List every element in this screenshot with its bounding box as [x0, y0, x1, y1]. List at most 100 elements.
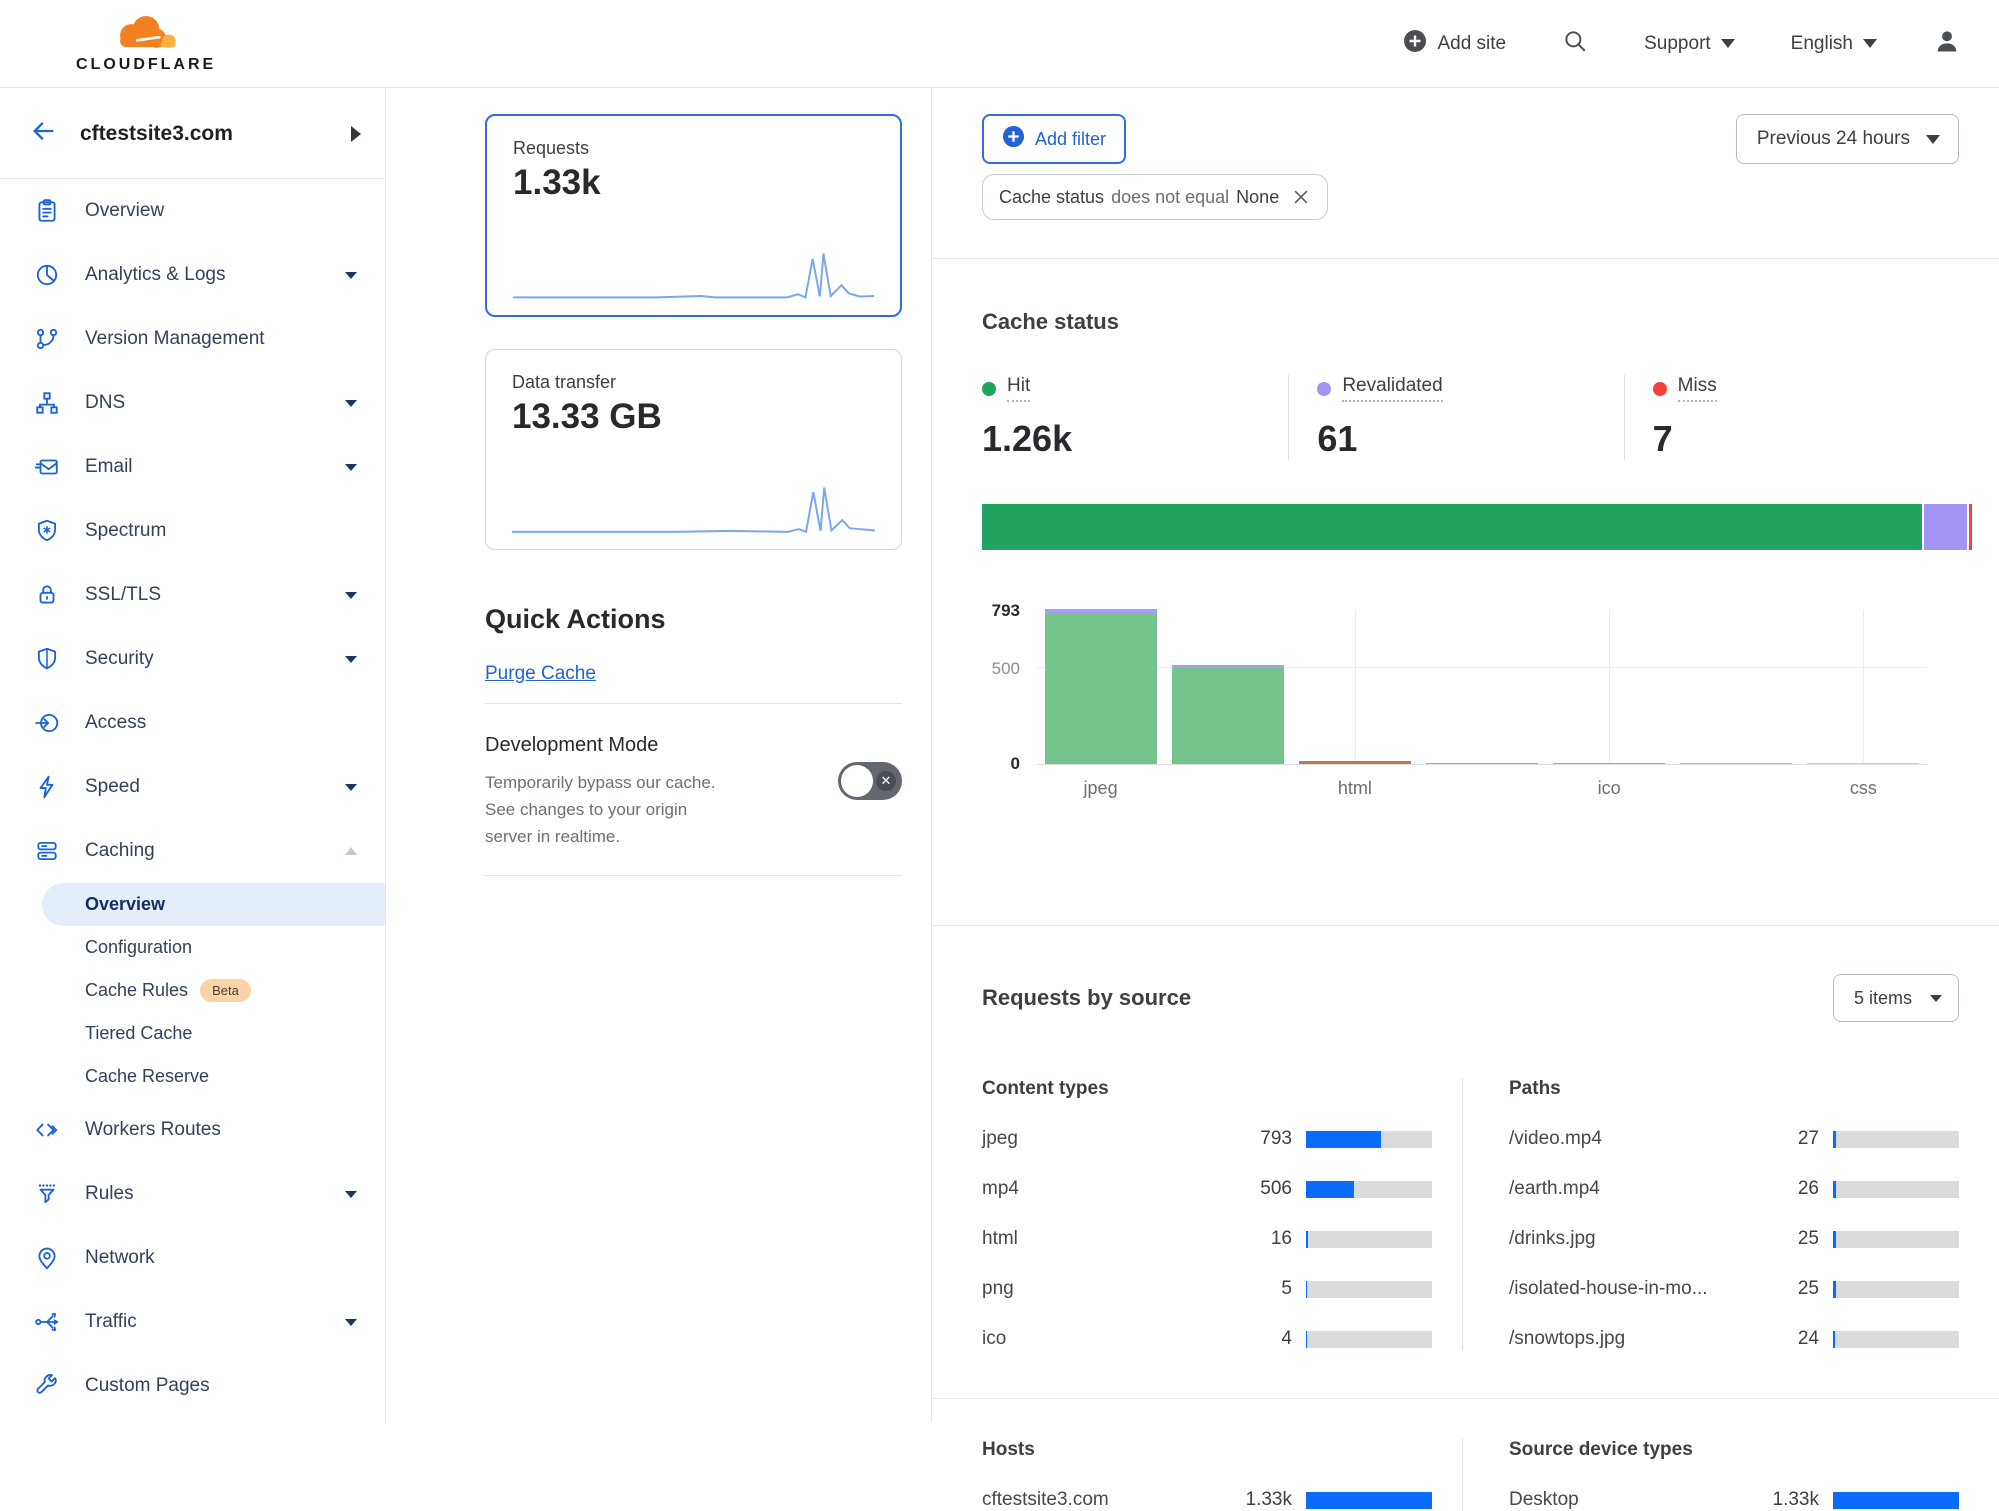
toggle-knob	[841, 765, 873, 797]
sidebar-subitem-cache-reserve[interactable]: Cache Reserve	[0, 1055, 385, 1098]
sidebar-item-workers-routes[interactable]: Workers Routes	[0, 1098, 385, 1162]
table-row: /snowtops.jpg24	[1509, 1328, 1959, 1350]
hosts-table: Hosts cftestsite3.com1.33k	[982, 1439, 1432, 1511]
cache-status-by-content-type-chart: 793 500 0 jpeghtmlicocss	[982, 610, 1942, 835]
revalidated-label[interactable]: Revalidated	[1342, 375, 1442, 402]
row-bar-fill	[1833, 1281, 1836, 1298]
top-bar: CLOUDFLARE Add site Support English	[0, 0, 1999, 88]
sidebar-item-network[interactable]: Network	[0, 1226, 385, 1290]
bar-html	[1299, 761, 1411, 764]
time-range-dropdown[interactable]: Previous 24 hours	[1736, 114, 1959, 164]
add-site-button[interactable]: Add site	[1403, 29, 1506, 59]
bar-ico	[1553, 763, 1665, 765]
table-row: ico4	[982, 1328, 1432, 1350]
sidebar-item-version-management[interactable]: Version Management	[0, 307, 385, 371]
row-bar	[1306, 1281, 1432, 1298]
chevron-right-icon[interactable]	[351, 126, 361, 142]
development-mode-row: Development Mode Temporarily bypass our …	[485, 734, 902, 851]
sidebar-item-analytics-logs[interactable]: Analytics & Logs	[0, 243, 385, 307]
sidebar-item-spectrum[interactable]: Spectrum	[0, 499, 385, 563]
hit-legend-dot	[982, 382, 996, 396]
development-mode-toggle[interactable]: ✕	[838, 762, 902, 800]
cloudflare-cloud-icon	[109, 13, 183, 58]
sidebar-item-custom-pages[interactable]: Custom Pages	[0, 1354, 385, 1418]
sidebar-subitem-cache-rules[interactable]: Cache Rules Beta	[0, 969, 385, 1012]
toggle-off-x-icon: ✕	[876, 771, 896, 791]
divider	[485, 875, 902, 876]
chevron-down-icon	[345, 1191, 357, 1198]
chart-slot-3	[1418, 610, 1545, 764]
sidebar-item-email[interactable]: Email	[0, 435, 385, 499]
table-row: /earth.mp426	[1509, 1178, 1959, 1200]
support-menu[interactable]: Support	[1644, 33, 1735, 55]
data-transfer-sparkline	[512, 483, 875, 535]
requests-by-source-section: Requests by source 5 items Content types…	[932, 926, 1999, 1350]
row-bar	[1306, 1181, 1432, 1198]
bar-segment	[1680, 763, 1792, 765]
miss-label[interactable]: Miss	[1678, 375, 1717, 402]
sidebar-item-overview[interactable]: Overview	[0, 179, 385, 243]
back-arrow-icon[interactable]	[30, 117, 58, 150]
chevron-up-icon	[345, 847, 357, 855]
row-bar-fill	[1833, 1231, 1836, 1248]
data-transfer-metric-card[interactable]: Data transfer 13.33 GB	[485, 349, 902, 550]
bar-5	[1680, 763, 1792, 765]
row-label: html	[982, 1228, 1228, 1250]
sidebar-item-access[interactable]: Access	[0, 691, 385, 755]
map-pin-icon	[34, 1245, 61, 1272]
row-bar	[1833, 1181, 1959, 1198]
chevron-down-icon	[345, 656, 357, 663]
sidebar-item-caching[interactable]: Caching	[0, 819, 385, 883]
purge-cache-link[interactable]: Purge Cache	[485, 663, 596, 685]
row-label: /snowtops.jpg	[1509, 1328, 1755, 1350]
bar-css	[1807, 763, 1919, 765]
requests-by-source-title: Requests by source	[982, 985, 1191, 1011]
sidebar-subitem-caching-overview[interactable]: Overview	[42, 883, 385, 926]
git-branch-icon	[34, 326, 61, 353]
row-label: /isolated-house-in-mo...	[1509, 1278, 1755, 1300]
row-value: 25	[1755, 1228, 1819, 1250]
sidebar-item-ssl-tls[interactable]: SSL/TLS	[0, 563, 385, 627]
remove-filter-icon[interactable]	[1291, 187, 1311, 207]
row-bar-fill	[1833, 1131, 1836, 1148]
x-tick-css: css	[1800, 778, 1927, 799]
divider	[932, 1398, 1999, 1399]
x-tick-jpeg: jpeg	[1037, 778, 1164, 799]
development-mode-description: Temporarily bypass our cache. See change…	[485, 769, 725, 851]
sidebar-item-security[interactable]: Security	[0, 627, 385, 691]
sidebar-item-dns[interactable]: DNS	[0, 371, 385, 435]
bar-segment	[1045, 614, 1157, 765]
requests-metric-card[interactable]: Requests 1.33k	[485, 114, 902, 317]
filter-field: Cache status	[999, 187, 1104, 208]
shield-asterisk-icon	[34, 518, 61, 545]
chevron-down-icon	[345, 272, 357, 279]
sidebar-subitem-configuration[interactable]: Configuration	[0, 926, 385, 969]
row-value: 27	[1755, 1128, 1819, 1150]
search-button[interactable]	[1562, 28, 1588, 60]
sidebar-item-speed[interactable]: Speed	[0, 755, 385, 819]
hit-label[interactable]: Hit	[1007, 375, 1030, 402]
requests-sparkline	[513, 249, 874, 301]
sidebar-item-traffic[interactable]: Traffic	[0, 1290, 385, 1354]
row-value: 1.33k	[1228, 1489, 1292, 1511]
sidebar-item-rules[interactable]: Rules	[0, 1162, 385, 1226]
content-types-title: Content types	[982, 1078, 1432, 1100]
plus-circle-icon	[1002, 125, 1025, 153]
active-filter-chip[interactable]: Cache status does not equal None	[982, 174, 1328, 220]
data-transfer-value: 13.33 GB	[512, 397, 875, 437]
row-bar-fill	[1306, 1331, 1307, 1348]
account-menu[interactable]	[1933, 27, 1961, 61]
filter-value: None	[1236, 187, 1279, 208]
site-selector[interactable]: cftestsite3.com	[0, 89, 385, 179]
items-count-dropdown[interactable]: 5 items	[1833, 974, 1959, 1022]
row-bar-fill	[1306, 1492, 1432, 1509]
filter-operator: does not equal	[1111, 187, 1229, 208]
quick-actions-title: Quick Actions	[485, 604, 901, 635]
row-bar-fill	[1833, 1181, 1836, 1198]
row-bar-fill	[1306, 1181, 1354, 1198]
add-filter-button[interactable]: Add filter	[982, 114, 1126, 164]
row-value: 26	[1755, 1178, 1819, 1200]
cloudflare-logo[interactable]: CLOUDFLARE	[76, 13, 216, 74]
language-menu[interactable]: English	[1791, 33, 1877, 55]
sidebar-subitem-tiered-cache[interactable]: Tiered Cache	[0, 1012, 385, 1055]
